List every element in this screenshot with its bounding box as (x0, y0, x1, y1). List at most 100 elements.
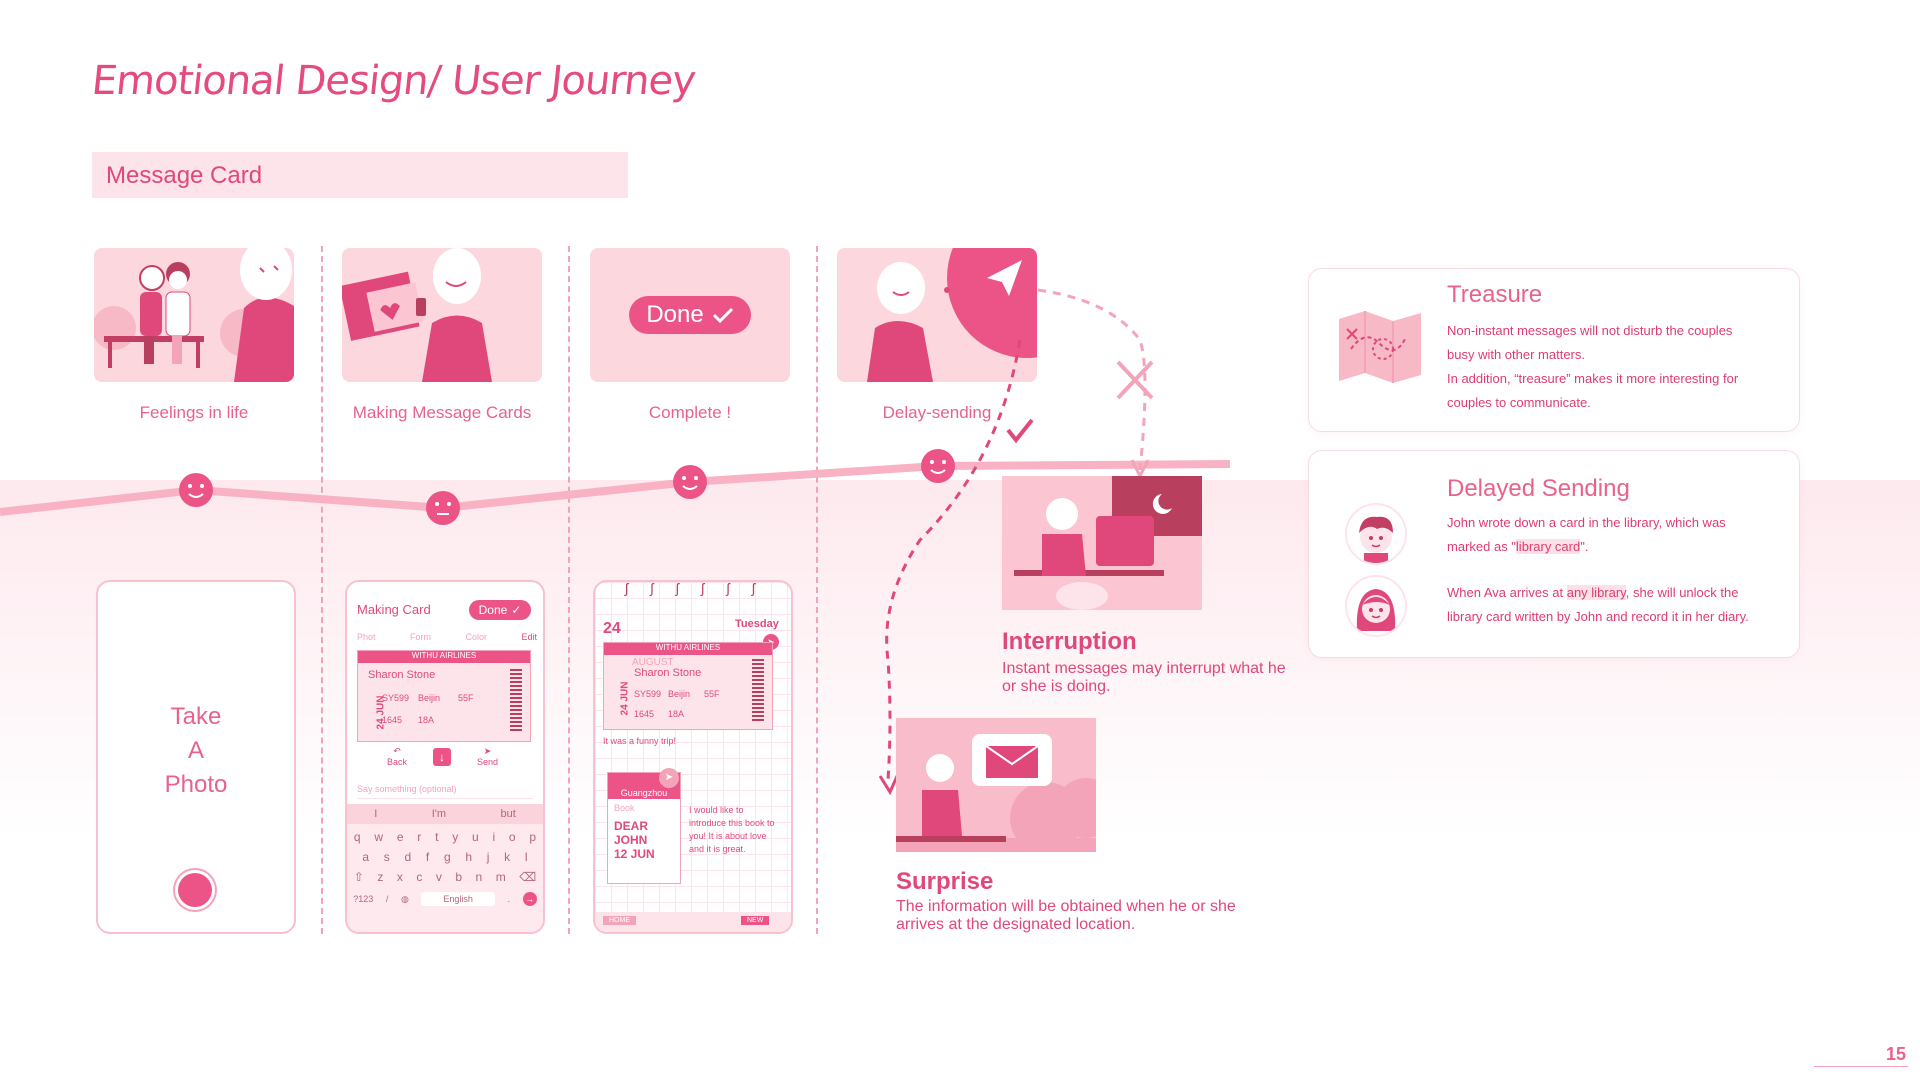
cross-icon (1116, 360, 1154, 400)
key[interactable]: o (509, 830, 516, 844)
back-button[interactable]: ↶ Back (387, 746, 407, 767)
boarding-pass: WITHU AIRLINES AUGUST Sharon Stone 24 JU… (603, 642, 773, 730)
key[interactable]: c (416, 870, 422, 884)
passenger-name: Sharon Stone (634, 667, 702, 679)
back-label: Back (387, 757, 408, 767)
key[interactable]: r (417, 830, 421, 844)
treasure-line: couples to communicate. (1447, 395, 1591, 410)
key[interactable]: p (529, 830, 536, 844)
spiral-binding: ʃʃʃʃʃʃ (625, 580, 755, 596)
delayed-line: marked as "library card". (1447, 535, 1787, 559)
suggestion[interactable]: I (374, 808, 377, 824)
section-label: Message Card (106, 162, 263, 189)
tag-book: Book (614, 803, 635, 813)
key[interactable]: q (354, 830, 361, 844)
key[interactable]: g (444, 850, 451, 864)
tag-date: 12 JUN (614, 847, 655, 861)
camera-phone-mockup: Take A Photo (96, 580, 296, 934)
diary-phone-mockup: ʃʃʃʃʃʃ 24 Tuesday ➤ WITHU AIRLINES AUGUS… (593, 580, 793, 934)
send-label: Send (477, 757, 499, 767)
take-photo-line: A (187, 737, 204, 764)
backspace-icon[interactable]: ⌫ (519, 870, 536, 884)
send-icon[interactable]: ➤ (659, 768, 679, 788)
treasure-text: Non-instant messages will not disturb th… (1447, 319, 1738, 415)
tab-photo[interactable]: Phot (357, 632, 376, 642)
suggestion[interactable]: but (500, 808, 515, 824)
shift-icon[interactable]: ⇧ (354, 870, 364, 884)
key[interactable]: b (455, 870, 462, 884)
key[interactable]: n (476, 870, 483, 884)
ava-avatar (1345, 575, 1407, 637)
done-label: Done (646, 301, 704, 328)
key[interactable]: a (362, 850, 369, 864)
page-title: Emotional Design/ User Journey (89, 58, 698, 104)
message-input[interactable]: Say something (optional) (357, 780, 533, 799)
key[interactable]: i (492, 830, 495, 844)
download-icon[interactable]: ↓ (433, 748, 451, 766)
step-separator (568, 246, 570, 934)
text-fragment: , she will unlock the (1625, 585, 1739, 600)
highlight-any-library: any library (1566, 585, 1626, 600)
treasure-map-icon (1339, 311, 1421, 383)
home-button[interactable]: HOME (603, 916, 636, 925)
key[interactable]: k (504, 850, 510, 864)
key[interactable]: d (404, 850, 411, 864)
boarding-pass: WITHU AIRLINES Sharon Stone 24 JUN SY599… (357, 650, 531, 742)
key[interactable]: . (508, 894, 511, 904)
check-icon: ✓ (511, 603, 522, 617)
airline-name: WITHU AIRLINES (604, 643, 772, 655)
text-fragment: When Ava arrives at (1447, 585, 1567, 600)
symbols-key[interactable]: ?123 (353, 894, 373, 904)
globe-icon[interactable]: ◍ (401, 894, 409, 905)
key[interactable]: s (384, 850, 390, 864)
treasure-line: Non-instant messages will not disturb th… (1447, 323, 1733, 338)
key[interactable]: w (374, 830, 383, 844)
take-photo-line: Photo (164, 771, 228, 798)
key[interactable]: / (386, 894, 389, 904)
keyboard-bottom-row: ?123 / ◍ English . → (347, 892, 543, 906)
send-button[interactable]: ➤ Send (477, 746, 498, 767)
space-key[interactable]: English (421, 892, 495, 906)
key[interactable]: e (397, 830, 404, 844)
airline-name: WITHU AIRLINES (358, 651, 530, 663)
surprise-text: The information will be obtained when he… (896, 898, 1236, 933)
key[interactable]: z (377, 870, 383, 884)
treasure-line: busy with other matters. (1447, 347, 1585, 362)
suggestion[interactable]: I'm (432, 808, 446, 824)
delayed-sending-card: Delayed Sending John wrote down a card i… (1308, 450, 1800, 658)
page-number: 15 (1886, 1044, 1907, 1064)
delayed-line: When Ava arrives at any library, she wil… (1447, 581, 1787, 605)
tab-color[interactable]: Color (465, 632, 487, 642)
enter-icon[interactable]: → (522, 892, 537, 906)
key[interactable]: h (465, 850, 472, 864)
interruption-illustration (1002, 476, 1202, 610)
tag-recipient: DEAR JOHN 12 JUN (614, 819, 655, 861)
done-button[interactable]: Done ✓ (469, 600, 531, 620)
delayed-text-1: John wrote down a card in the library, w… (1447, 511, 1787, 559)
new-button[interactable]: NEW (741, 916, 770, 925)
key[interactable]: y (452, 830, 458, 844)
happy-face-icon (673, 465, 707, 499)
keyboard-row: a sd f gh jk l (347, 850, 543, 864)
key[interactable]: u (472, 830, 479, 844)
key[interactable]: v (436, 870, 442, 884)
flight-number: SY599 (382, 693, 410, 703)
destination: Beijin (418, 693, 441, 703)
shutter-button[interactable] (178, 873, 212, 907)
key[interactable]: l (525, 850, 528, 864)
key[interactable]: t (435, 830, 438, 844)
key[interactable]: m (496, 870, 506, 884)
keyboard-row: qwertyuiop (347, 830, 543, 844)
tab-form[interactable]: Form (410, 632, 431, 642)
key[interactable]: x (397, 870, 403, 884)
diary-footer: HOME NEW (595, 912, 791, 932)
seat: 55F (704, 689, 720, 699)
key[interactable]: j (487, 850, 490, 864)
take-photo-text: Take A Photo (98, 700, 294, 802)
surprise-title: Surprise (896, 868, 994, 895)
tag-dear: DEAR (614, 819, 649, 833)
key[interactable]: f (426, 850, 429, 864)
tab-edit[interactable]: Edit (521, 632, 537, 642)
text-fragment: marked as " (1447, 539, 1516, 554)
barcode (752, 659, 764, 721)
